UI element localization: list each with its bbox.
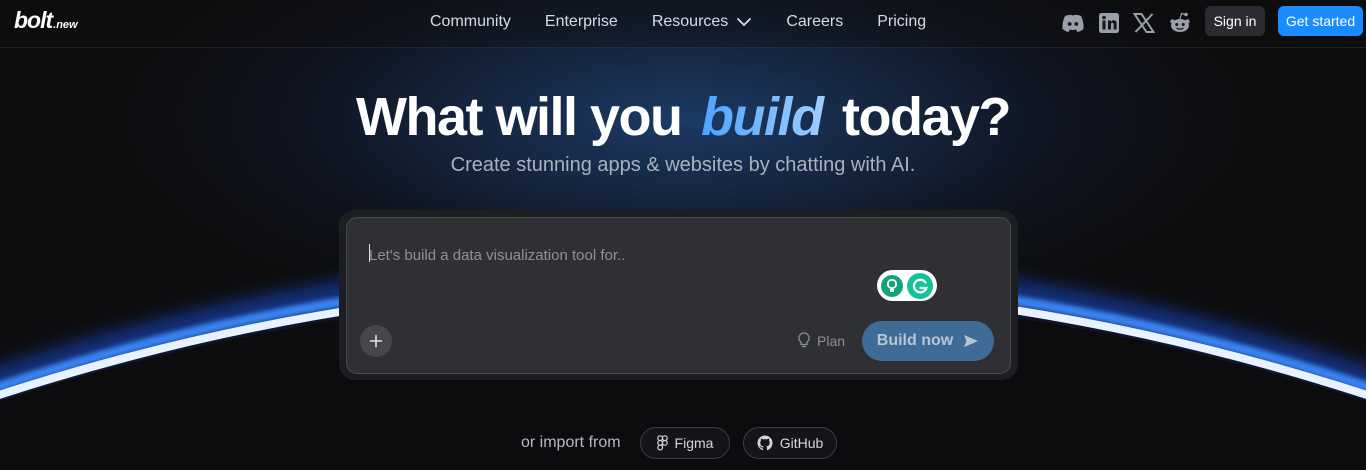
top-nav: bolt.new Community Enterprise Resources … [0, 0, 1366, 48]
plan-button[interactable]: Plan [797, 332, 845, 349]
nav-link-pricing[interactable]: Pricing [877, 13, 926, 31]
github-icon [757, 435, 773, 451]
import-figma-button[interactable]: Figma [640, 427, 730, 459]
nav-links: Community Enterprise Resources Careers P… [430, 13, 960, 31]
hero-title-after: today? [841, 87, 1012, 147]
nav-link-community[interactable]: Community [430, 13, 511, 31]
lightbulb-icon [798, 332, 810, 348]
hero-subtitle: Create stunning apps & websites by chatt… [450, 154, 916, 176]
figma-icon [656, 435, 668, 451]
plan-label: Plan [817, 332, 846, 349]
build-now-button[interactable]: Build now [862, 321, 994, 361]
sign-in-button[interactable]: Sign in [1205, 6, 1265, 36]
nav-link-careers[interactable]: Careers [786, 13, 843, 31]
x-icon[interactable] [1131, 10, 1157, 36]
add-attachment-button[interactable] [360, 325, 392, 357]
hero-title: What will you build today? [0, 86, 1366, 148]
plus-icon [369, 334, 383, 348]
hero-title-before: What will you [355, 87, 683, 147]
discord-icon[interactable] [1060, 10, 1086, 36]
reddit-icon[interactable] [1167, 10, 1193, 36]
prompt-box: Plan Build now [346, 217, 1011, 374]
grammarly-g-icon[interactable] [907, 272, 933, 299]
github-label: GitHub [779, 435, 824, 451]
hero-title-accent: build [695, 87, 828, 147]
figma-label: Figma [674, 435, 714, 451]
chevron-down-icon [737, 18, 752, 26]
text-caret [369, 244, 370, 262]
nav-link-resources-label: Resources [651, 13, 729, 30]
prompt-input[interactable] [369, 244, 869, 266]
lightbulb-icon[interactable] [881, 274, 903, 297]
grammarly-widget[interactable] [877, 270, 937, 301]
import-label: or import from [521, 434, 621, 451]
nav-link-resources[interactable]: Resources [652, 13, 752, 31]
build-now-label: Build now [876, 332, 954, 349]
import-github-button[interactable]: GitHub [743, 427, 837, 459]
logo[interactable]: bolt.new [14, 7, 78, 34]
send-arrow-icon [964, 335, 979, 347]
nav-link-enterprise[interactable]: Enterprise [545, 13, 618, 31]
get-started-button[interactable]: Get started [1278, 6, 1363, 36]
linkedin-icon[interactable] [1096, 10, 1122, 36]
